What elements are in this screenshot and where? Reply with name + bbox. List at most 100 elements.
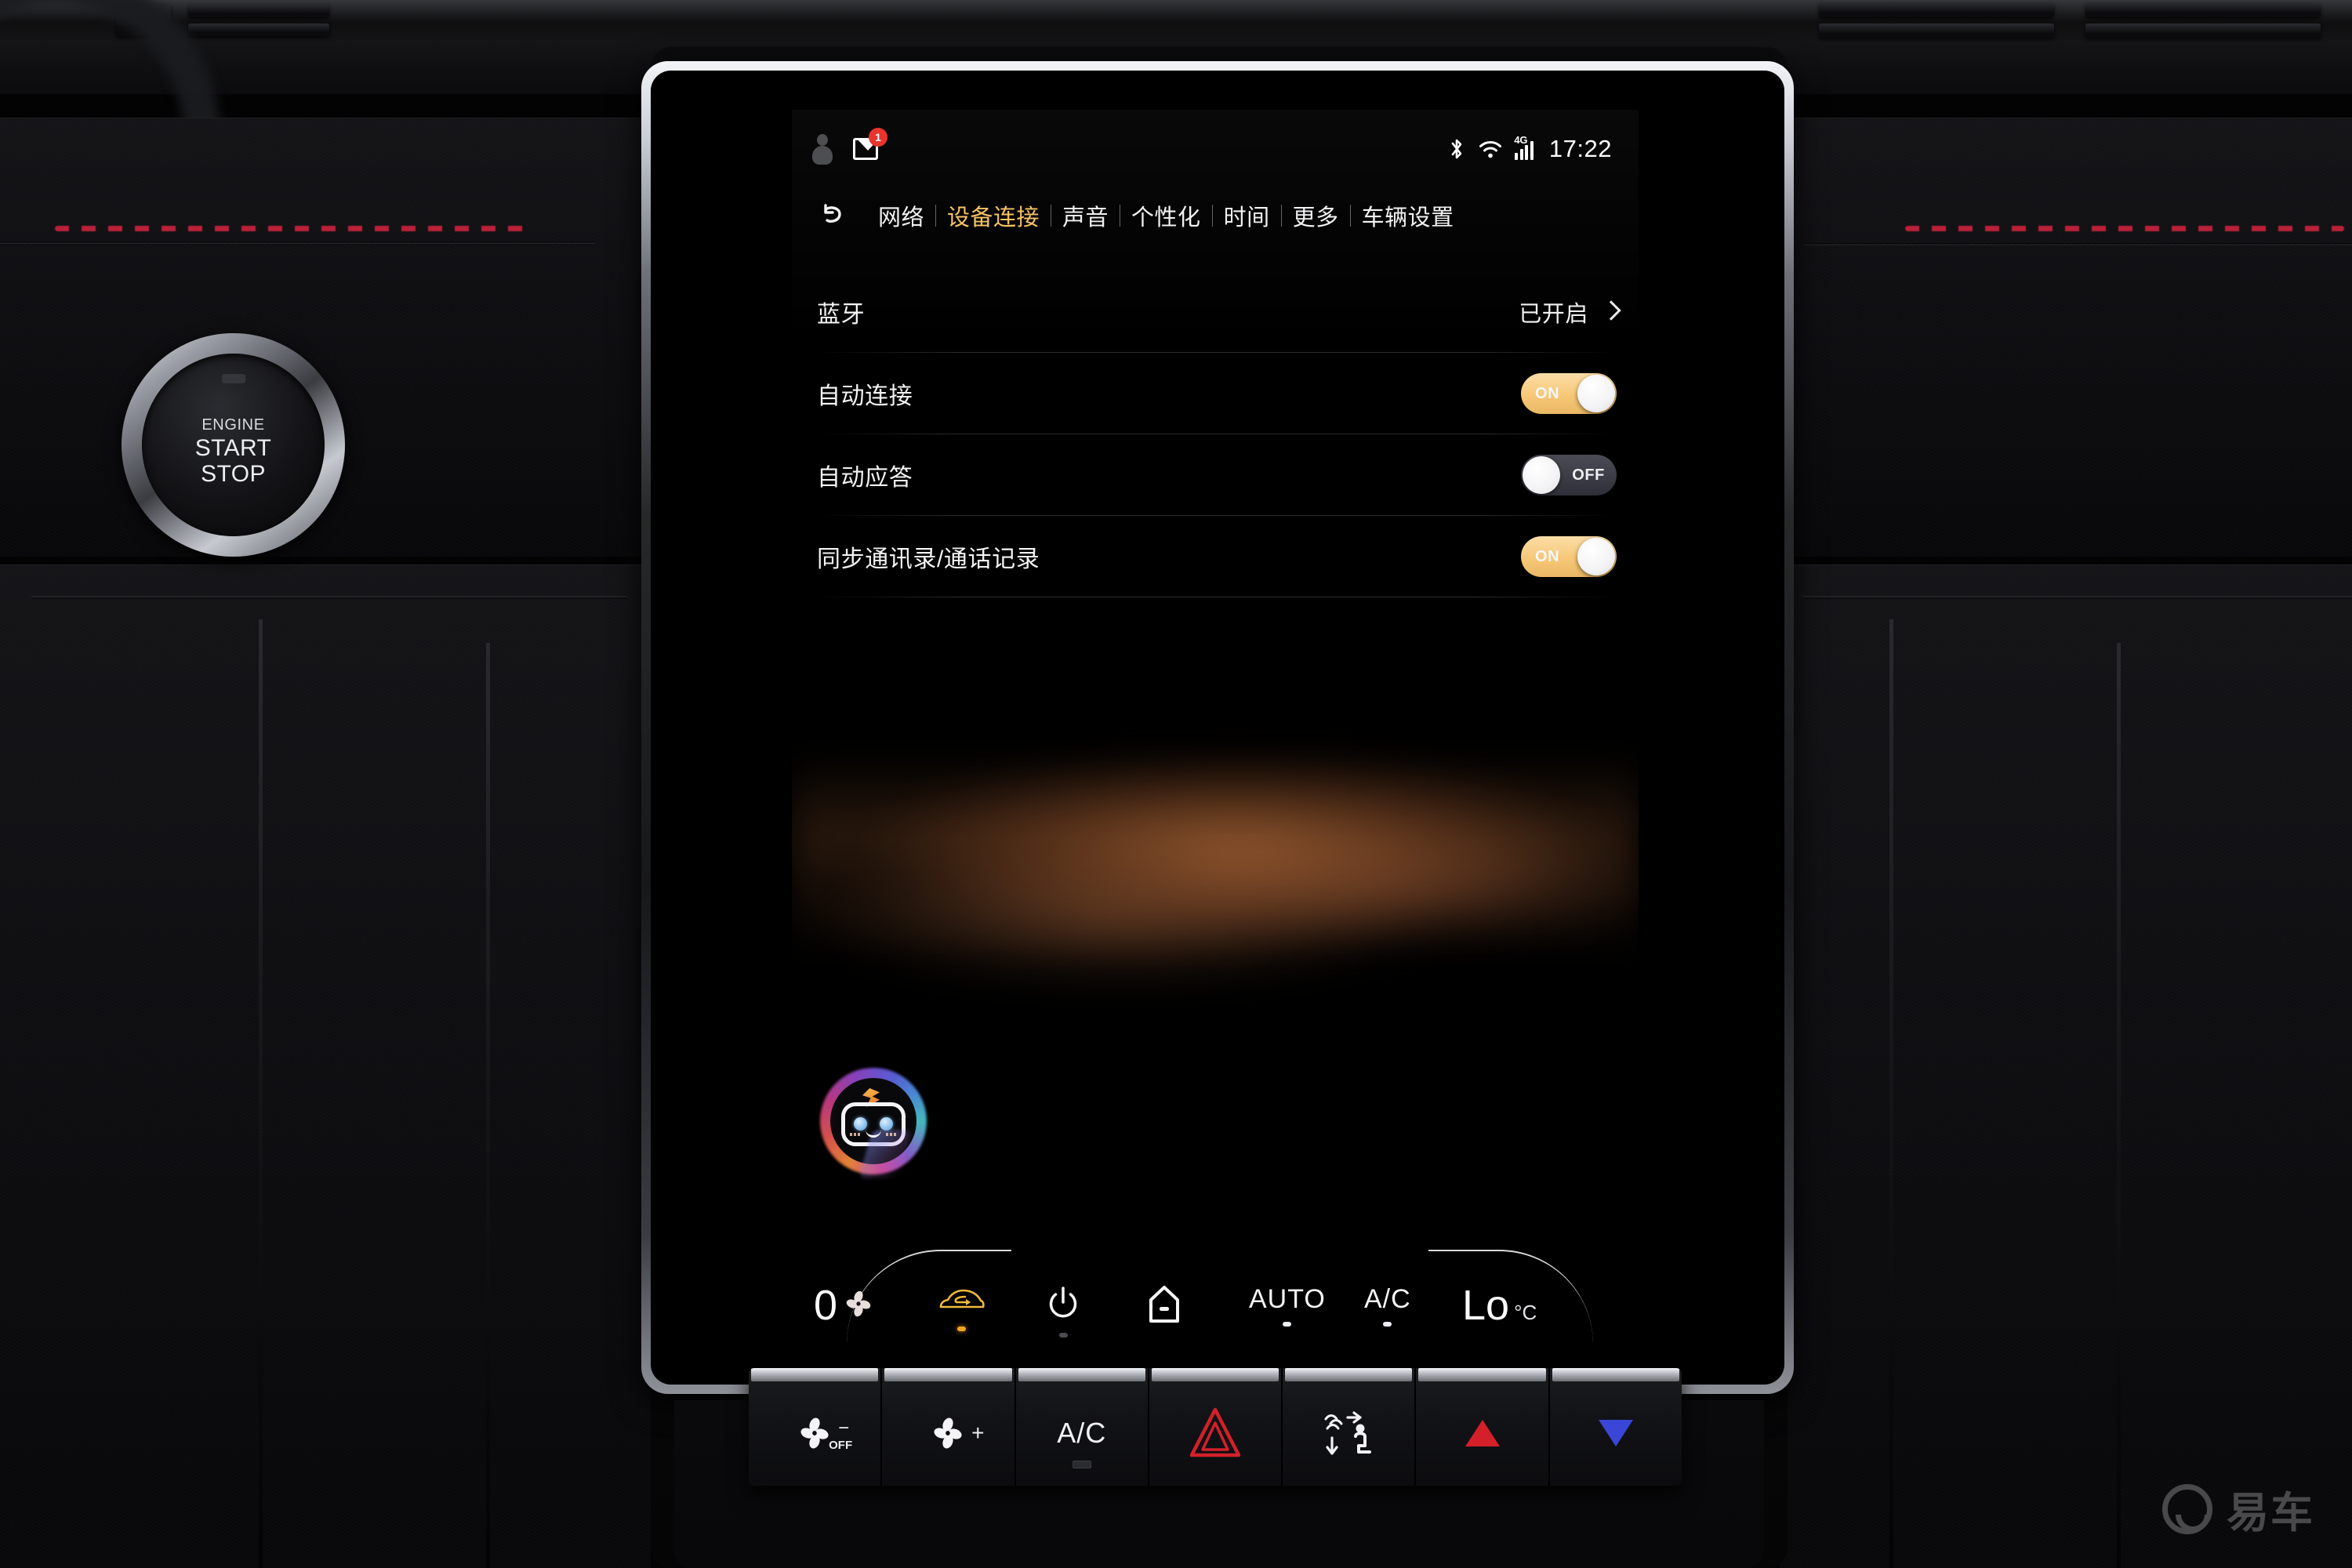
status-bar-clock: 17:22 xyxy=(1548,135,1612,162)
watermark: 易车 xyxy=(2162,1478,2314,1540)
wifi-icon xyxy=(1478,140,1502,158)
back-arrow-icon[interactable] xyxy=(814,198,850,234)
panel-seam xyxy=(2117,643,2121,1568)
fan-up-sign: + xyxy=(971,1421,985,1445)
fan-down-off-button[interactable]: − OFF xyxy=(749,1368,883,1486)
button-chrome-trim xyxy=(1552,1368,1679,1381)
ac-button-label: A/C xyxy=(1057,1417,1107,1449)
start-stop-indicator-led xyxy=(221,374,245,383)
toggle-auto-answer[interactable]: OFF xyxy=(1521,455,1617,495)
vent-slat xyxy=(2085,24,2321,38)
tab-vehicle-settings[interactable]: 车辆设置 xyxy=(1351,199,1465,232)
climate-auto-button[interactable]: AUTO xyxy=(1249,1284,1326,1327)
toggle-knob xyxy=(1577,375,1615,412)
fan-icon: − OFF xyxy=(797,1416,852,1452)
setting-label: 蓝牙 xyxy=(817,302,866,328)
dash-seam-left xyxy=(0,241,596,244)
climate-recirculation-button[interactable] xyxy=(937,1284,985,1331)
cellular-signal-icon: 4G xyxy=(1514,134,1534,160)
fan-up-button[interactable]: + xyxy=(882,1368,1016,1486)
assistant-eye-right xyxy=(880,1117,893,1131)
fan-icon: + xyxy=(931,1416,984,1450)
tab-network[interactable]: 网络 xyxy=(867,199,935,232)
toggle-auto-connect[interactable]: ON xyxy=(1521,373,1617,414)
vent-slat xyxy=(188,24,329,36)
ac-indicator xyxy=(1383,1322,1392,1327)
ac-label: A/C xyxy=(1364,1284,1411,1314)
settings-nav-bar: 网络 设备连接 声音 个性化 时间 更多 车辆设置 xyxy=(792,191,1639,240)
physical-climate-button-row: − OFF + A/C xyxy=(749,1368,1682,1486)
tab-more[interactable]: 更多 xyxy=(1282,199,1350,232)
toggle-state-label: ON xyxy=(1535,547,1560,565)
button-chrome-trim xyxy=(1018,1368,1145,1381)
temp-down-button[interactable] xyxy=(1549,1368,1682,1486)
setting-row-auto-connect[interactable]: 自动连接 ON xyxy=(792,353,1639,434)
climate-control-bar: 0 AUTO A/C Lo °C xyxy=(792,1248,1639,1364)
toggle-sync-contacts[interactable]: ON xyxy=(1521,536,1617,577)
climate-temperature-display[interactable]: Lo °C xyxy=(1462,1284,1537,1327)
message-icon-wrap[interactable]: 1 xyxy=(853,128,887,160)
settings-tabs: 网络 设备连接 声音 个性化 时间 更多 车辆设置 xyxy=(867,199,1465,232)
passenger-side-lower-panel xyxy=(1780,564,2352,1568)
status-bar: 1 4G 17:22 xyxy=(792,110,1639,188)
start-stop-line1: ENGINE xyxy=(201,416,265,434)
temp-up-button[interactable] xyxy=(1416,1368,1550,1486)
tab-sound[interactable]: 声音 xyxy=(1051,199,1120,232)
panel-seam xyxy=(486,643,490,1568)
hazard-button[interactable] xyxy=(1149,1368,1283,1486)
recirculation-active-indicator xyxy=(956,1327,966,1331)
message-badge: 1 xyxy=(869,128,887,147)
dash-stitching-right xyxy=(1905,226,2344,231)
climate-airflow-button[interactable] xyxy=(1146,1284,1182,1341)
toggle-state-label: ON xyxy=(1535,384,1560,402)
climate-ac-button[interactable]: A/C xyxy=(1364,1284,1411,1327)
person-icon[interactable] xyxy=(812,134,833,165)
infotainment-display[interactable]: 1 4G 17:22 网络 设备连接 声音 个性化 时间 更多 车辆设置 蓝牙 … xyxy=(792,110,1639,1364)
engine-start-stop-button[interactable]: ENGINE START STOP xyxy=(122,333,345,557)
setting-label: 自动应答 xyxy=(817,465,913,491)
bluetooth-icon xyxy=(1449,137,1465,161)
triangle-down-icon xyxy=(1598,1420,1633,1446)
chevron-right-icon[interactable] xyxy=(1604,301,1617,323)
temperature-value: Lo xyxy=(1462,1282,1510,1329)
assistant-cheek-right xyxy=(886,1133,897,1136)
power-indicator xyxy=(1058,1333,1068,1338)
defrost-airflow-icon xyxy=(1319,1406,1377,1460)
setting-row-auto-answer[interactable]: 自动应答 OFF xyxy=(792,434,1639,516)
button-chrome-trim xyxy=(751,1368,879,1381)
tab-time[interactable]: 时间 xyxy=(1213,199,1281,232)
vent-slat xyxy=(188,5,329,17)
fan-down-sign: − xyxy=(838,1417,850,1439)
climate-fan-speed[interactable]: 0 xyxy=(814,1284,873,1327)
defrost-airflow-button[interactable] xyxy=(1283,1368,1417,1486)
vent-slat xyxy=(2085,3,2321,17)
button-chrome-trim xyxy=(1285,1368,1413,1381)
temperature-unit: °C xyxy=(1514,1301,1537,1324)
settings-list: 蓝牙 已开启 自动连接 ON 自动应答 OFF 同步通讯录/通话记录 ON xyxy=(792,271,1639,597)
ac-button[interactable]: A/C xyxy=(1015,1368,1149,1486)
voice-assistant-robot-icon[interactable] xyxy=(820,1068,927,1178)
fan-off-label: OFF xyxy=(829,1439,853,1452)
button-chrome-trim xyxy=(1418,1368,1546,1381)
toggle-knob xyxy=(1523,456,1560,494)
setting-value: 已开启 xyxy=(1519,302,1588,327)
airflow-face-icon xyxy=(1146,1284,1182,1329)
assistant-eye-left xyxy=(854,1117,867,1131)
assistant-face xyxy=(841,1102,912,1178)
climate-power-button[interactable] xyxy=(1044,1284,1082,1338)
setting-label: 自动连接 xyxy=(817,383,913,409)
panel-seam xyxy=(31,596,627,599)
vent-slat xyxy=(1819,24,2054,38)
setting-row-sync-contacts[interactable]: 同步通讯录/通话记录 ON xyxy=(792,516,1639,597)
start-stop-face: ENGINE START STOP xyxy=(142,354,325,536)
driver-side-lower-panel xyxy=(0,564,651,1568)
tab-device-connection[interactable]: 设备连接 xyxy=(936,199,1051,232)
button-chrome-trim xyxy=(884,1368,1012,1381)
screen-ambient-glow xyxy=(792,659,1639,1051)
setting-row-bluetooth[interactable]: 蓝牙 已开启 xyxy=(792,271,1639,353)
dash-seam-right xyxy=(1803,243,2352,245)
assistant-visor-highlight xyxy=(858,1130,912,1178)
panel-seam xyxy=(1889,619,1893,1568)
tab-personalization[interactable]: 个性化 xyxy=(1120,199,1212,232)
watermark-text: 易车 xyxy=(2227,1490,2314,1537)
